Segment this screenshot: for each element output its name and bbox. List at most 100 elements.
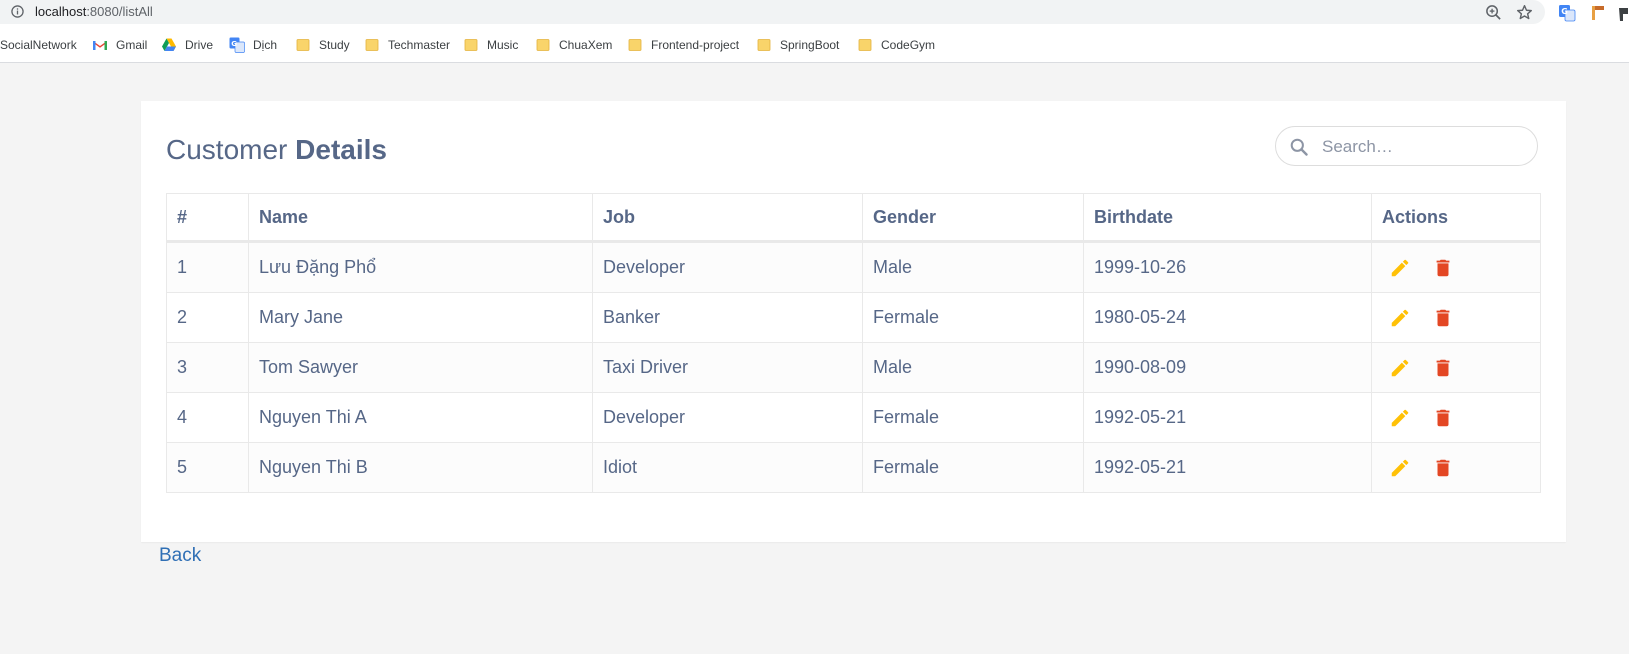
edit-button[interactable] — [1389, 257, 1411, 279]
cell-name: Tom Sawyer — [248, 342, 593, 393]
folder-icon — [296, 39, 310, 51]
table-row: 5 Nguyen Thi B Idiot Fermale 1992-05-21 — [166, 442, 1541, 493]
cell-gender: Fermale — [862, 442, 1084, 493]
cell-name: Nguyen Thi B — [248, 442, 593, 493]
cell-gender: Male — [862, 342, 1084, 393]
bookmark-label: SocialNetwork — [0, 38, 77, 52]
column-header-birthdate: Birthdate — [1083, 193, 1372, 243]
delete-trash-icon — [1436, 409, 1450, 426]
url-host: localhost — [35, 4, 87, 19]
svg-text:G: G — [231, 40, 237, 48]
cell-gender: Fermale — [862, 392, 1084, 443]
browser-address-bar: localhost:8080/listAll G — [0, 0, 1629, 25]
bookmark-folder-chuaxem[interactable]: ChuaXem — [535, 36, 612, 54]
cell-job: Developer — [592, 241, 863, 293]
cell-birthdate: 1980-05-24 — [1083, 292, 1372, 343]
bookmark-folder-frontend-project[interactable]: Frontend-project — [627, 36, 739, 54]
bookmark-folder-music[interactable]: Music — [463, 36, 518, 54]
cell-id: 2 — [166, 292, 249, 343]
delete-button[interactable] — [1432, 357, 1454, 379]
extension-icon-partial[interactable] — [1616, 5, 1629, 23]
folder-icon — [757, 39, 771, 51]
search-box[interactable] — [1275, 126, 1538, 166]
delete-button[interactable] — [1432, 407, 1454, 429]
edit-pencil-icon — [1391, 459, 1409, 476]
extension-icon[interactable] — [1590, 4, 1606, 22]
site-info-icon[interactable] — [11, 5, 24, 18]
cell-gender: Fermale — [862, 292, 1084, 343]
delete-button[interactable] — [1432, 307, 1454, 329]
cell-actions — [1371, 241, 1541, 293]
edit-button[interactable] — [1389, 457, 1411, 479]
column-header-name: Name — [248, 193, 593, 243]
cell-job: Developer — [592, 392, 863, 443]
bookmark-gmail[interactable]: Gmail — [92, 36, 147, 54]
table-row: 3 Tom Sawyer Taxi Driver Male 1990-08-09 — [166, 342, 1541, 393]
bookmark-folder-springboot[interactable]: SpringBoot — [756, 36, 839, 54]
column-header-number: # — [166, 193, 249, 243]
search-input[interactable] — [1320, 135, 1524, 159]
cell-job: Banker — [592, 292, 863, 343]
page-title-bold: Details — [295, 134, 387, 165]
column-header-actions: Actions — [1371, 193, 1541, 243]
delete-button[interactable] — [1432, 457, 1454, 479]
cell-actions — [1371, 342, 1541, 393]
table-row: 1 Lưu Đặng Phổ Developer Male 1999-10-26 — [166, 241, 1541, 293]
edit-button[interactable] — [1389, 407, 1411, 429]
folder-icon — [628, 39, 642, 51]
cell-gender: Male — [862, 241, 1084, 293]
cell-name: Nguyen Thi A — [248, 392, 593, 443]
page-title-light: Customer — [166, 134, 288, 165]
table-row: 2 Mary Jane Banker Fermale 1980-05-24 — [166, 292, 1541, 343]
bookmark-label: Gmail — [116, 38, 148, 52]
bookmark-label: Techmaster — [388, 38, 451, 52]
cell-name: Mary Jane — [248, 292, 593, 343]
back-link[interactable]: Back — [159, 545, 201, 567]
cell-actions — [1371, 292, 1541, 343]
bookmark-star-icon[interactable] — [1516, 4, 1533, 21]
bookmark-label: Frontend-project — [651, 38, 740, 52]
edit-pencil-icon — [1391, 309, 1409, 326]
bookmark-folder-techmaster[interactable]: Techmaster — [364, 36, 450, 54]
google-translate-extension-icon[interactable]: G — [1558, 4, 1576, 22]
cell-birthdate: 1992-05-21 — [1083, 392, 1372, 443]
bookmark-folder-codegym[interactable]: CodeGym — [857, 36, 935, 54]
folder-icon — [536, 39, 550, 51]
zoom-icon[interactable] — [1485, 4, 1502, 21]
page-title: Customer Details — [166, 134, 387, 166]
bookmark-label: SpringBoot — [780, 38, 840, 52]
delete-trash-icon — [1436, 259, 1450, 276]
cell-birthdate: 1999-10-26 — [1083, 241, 1372, 293]
cell-job: Taxi Driver — [592, 342, 863, 393]
folder-icon — [858, 39, 872, 51]
url-text[interactable]: localhost:8080/listAll — [35, 4, 153, 19]
cell-id: 1 — [166, 241, 249, 293]
delete-button[interactable] — [1432, 257, 1454, 279]
edit-pencil-icon — [1391, 259, 1409, 276]
cell-id: 4 — [166, 392, 249, 443]
edit-button[interactable] — [1389, 307, 1411, 329]
bookmarks-bar: SocialNetwork Gmail Drive G Dịch Study T… — [0, 25, 1629, 63]
edit-pencil-icon — [1391, 409, 1409, 426]
gmail-icon — [93, 41, 107, 50]
bookmark-socialnetwork[interactable]: SocialNetwork — [0, 36, 77, 54]
cell-actions — [1371, 392, 1541, 443]
url-path: :8080/listAll — [86, 4, 153, 19]
cell-name: Lưu Đặng Phổ — [248, 241, 593, 293]
bookmark-dich[interactable]: G Dịch — [229, 36, 277, 54]
bookmark-label: Drive — [185, 38, 214, 52]
edit-button[interactable] — [1389, 357, 1411, 379]
bookmark-folder-study[interactable]: Study — [295, 36, 350, 54]
table-row: 4 Nguyen Thi A Developer Fermale 1992-05… — [166, 392, 1541, 443]
bookmark-label: ChuaXem — [559, 38, 613, 52]
column-header-job: Job — [592, 193, 863, 243]
delete-trash-icon — [1436, 459, 1450, 476]
bookmark-label: Study — [319, 38, 350, 52]
cell-actions — [1371, 442, 1541, 493]
cell-job: Idiot — [592, 442, 863, 493]
cell-birthdate: 1990-08-09 — [1083, 342, 1372, 393]
bookmark-drive[interactable]: Drive — [161, 36, 213, 54]
omnibox[interactable]: localhost:8080/listAll — [0, 0, 1545, 24]
customer-details-card: Customer Details # Name Job Gender Birth… — [141, 101, 1566, 542]
bookmark-label: CodeGym — [881, 38, 936, 52]
